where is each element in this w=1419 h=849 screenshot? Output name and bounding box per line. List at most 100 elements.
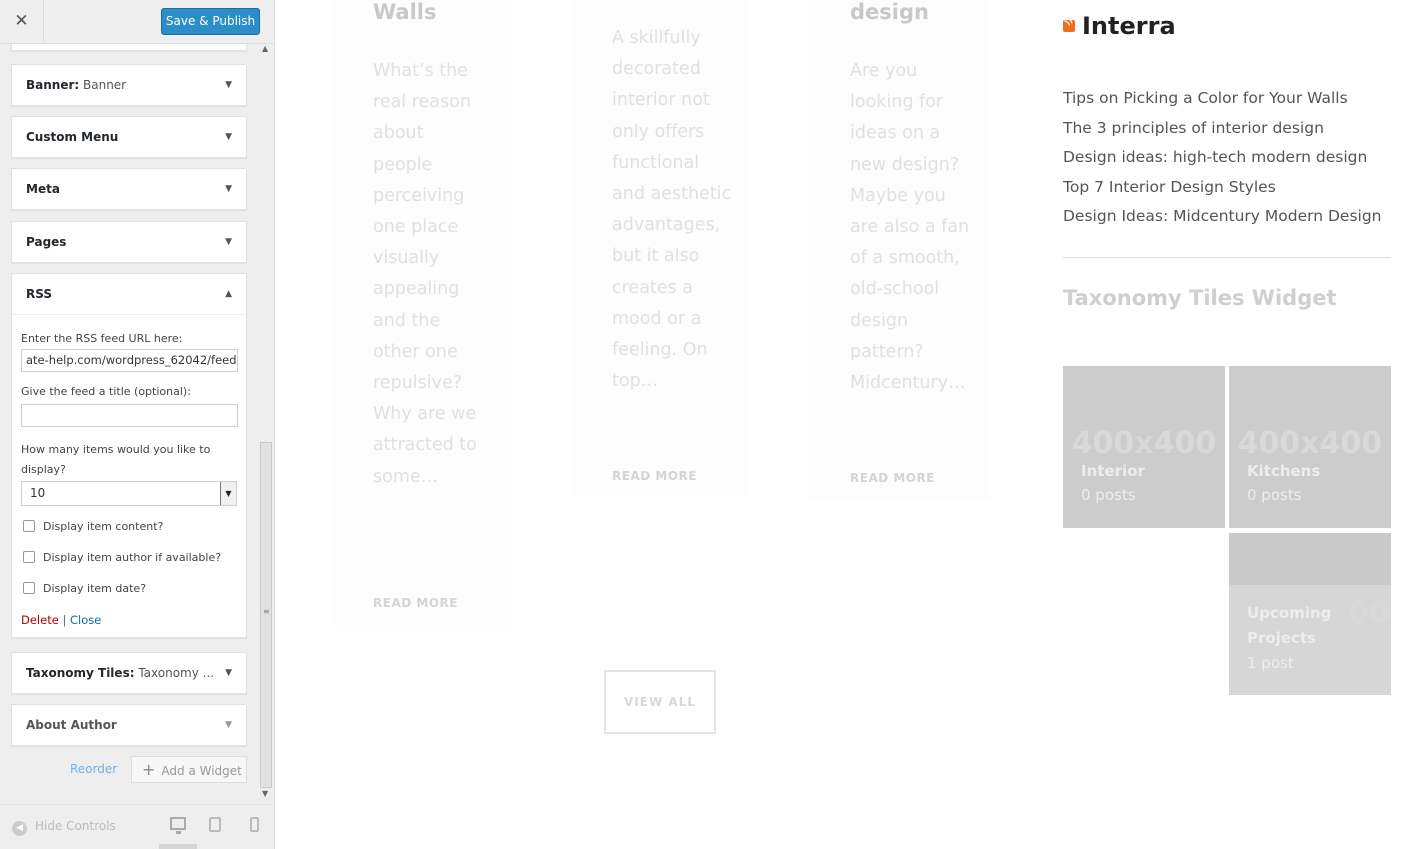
toggle-down-icon[interactable]: ▼ — [225, 65, 232, 105]
scrollbar[interactable]: ▲ ≡ ▼ — [259, 44, 274, 804]
view-all-button[interactable]: VIEW ALL — [604, 670, 716, 734]
widget-name: Taxonomy Tiles: — [26, 666, 135, 680]
read-more-link[interactable]: READ MORE — [373, 596, 458, 610]
widget-title[interactable]: Taxonomy Tiles: Taxonomy ... ▼ — [12, 653, 246, 693]
widget-name: RSS — [26, 287, 52, 301]
post-card: design Are you looking for ideas on a ne… — [809, 0, 989, 500]
tile-name: Kitchens — [1247, 462, 1321, 480]
rss-url-label: Enter the RSS feed URL here: — [21, 332, 183, 345]
widget-pages[interactable]: Pages ▼ — [11, 221, 247, 263]
checkbox-label: Display item date? — [43, 582, 147, 595]
tile-count: 0 posts — [1247, 486, 1302, 504]
feed-title-input[interactable] — [21, 404, 238, 427]
toggle-down-icon[interactable]: ▼ — [225, 653, 232, 693]
add-widget-label: Add a Widget — [161, 764, 242, 778]
scroll-thumb[interactable]: ≡ — [260, 442, 272, 788]
widget-title[interactable]: Pages ▼ — [12, 222, 246, 262]
checkbox-row: Display item date? — [21, 576, 237, 607]
rss-item-link[interactable]: Top 7 Interior Design Styles — [1063, 173, 1381, 203]
toggle-down-icon[interactable]: ▼ — [225, 169, 232, 209]
read-more-link[interactable]: READ MORE — [850, 471, 935, 485]
rss-item-link[interactable]: Design Ideas: Midcentury Modern Design — [1063, 202, 1381, 232]
site-preview: Walls What’s the real reason about peopl… — [275, 0, 1419, 849]
items-count-select[interactable]: 10 ▼ — [21, 481, 237, 506]
post-card: Walls What’s the real reason about peopl… — [332, 0, 512, 625]
widget-title[interactable]: Meta ▼ — [12, 169, 246, 209]
taxonomy-tile[interactable]: 00 Upcoming Projects 1 post — [1229, 533, 1391, 695]
delete-link[interactable]: Delete — [21, 613, 59, 627]
rss-item-link[interactable]: Design ideas: high-tech modern design — [1063, 143, 1381, 173]
grip-icon: ≡ — [263, 607, 270, 616]
rss-item-link[interactable]: The 3 principles of interior design — [1063, 114, 1381, 144]
rss-url-input[interactable]: ate-help.com/wordpress_62042/feed — [21, 349, 238, 372]
tile-name: Interior — [1081, 462, 1145, 480]
checkbox-label: Display item content? — [43, 520, 164, 533]
widget-title[interactable]: Custom Menu ▼ — [12, 117, 246, 157]
close-link[interactable]: Close — [70, 613, 101, 627]
taxonomy-tile[interactable]: 400x400 Interior 0 posts — [1063, 366, 1225, 528]
rss-icon[interactable] — [1063, 20, 1075, 32]
toggle-down-icon[interactable]: ▼ — [225, 705, 232, 745]
widget-title[interactable]: Banner: Banner ▼ — [12, 65, 246, 105]
post-excerpt: Are you looking for ideas on a new desig… — [850, 61, 970, 394]
widget-about-author[interactable]: About Author ▼ — [11, 704, 247, 746]
chevron-down-icon[interactable]: ▼ — [220, 482, 236, 505]
widget-custom-menu[interactable]: Custom Menu ▼ — [11, 116, 247, 158]
widget-taxonomy-tiles[interactable]: Taxonomy Tiles: Taxonomy ... ▼ — [11, 652, 247, 694]
rss-widget-form: Enter the RSS feed URL here: ate-help.co… — [12, 314, 246, 637]
display-date-checkbox[interactable] — [23, 582, 35, 594]
scroll-down-icon[interactable]: ▼ — [262, 789, 268, 798]
save-publish-button[interactable]: Save & Publish — [161, 8, 260, 35]
rss-item-list: Tips on Picking a Color for Your Walls T… — [1063, 84, 1381, 232]
hide-controls-label: Hide Controls — [35, 819, 116, 833]
post-title[interactable]: Walls — [373, 0, 436, 24]
rss-widget-title[interactable]: Interra — [1082, 12, 1176, 40]
customizer-sidebar: ✕ Save & Publish Banner: Banner ▼ Custom … — [0, 0, 275, 849]
reorder-link[interactable]: Reorder — [70, 762, 117, 776]
toggle-up-icon[interactable]: ▲ — [225, 274, 232, 314]
widget-name: Pages — [26, 235, 67, 249]
widget-actions: Delete | Close — [21, 607, 237, 627]
items-count-value: 10 — [30, 486, 46, 500]
widget-banner[interactable]: Banner: Banner ▼ — [11, 64, 247, 106]
plus-icon: + — [142, 760, 156, 779]
mobile-icon[interactable] — [250, 817, 259, 832]
close-icon[interactable]: ✕ — [0, 0, 44, 43]
post-excerpt: What’s the real reason about people perc… — [373, 61, 477, 487]
post-excerpt: A skillfully decorated interior not only… — [612, 28, 732, 392]
customizer-header: ✕ Save & Publish — [0, 0, 274, 44]
widget-subtitle: Taxonomy ... — [134, 666, 215, 680]
arrow-left-circle-icon: ◀ — [12, 821, 27, 836]
widget-meta[interactable]: Meta ▼ — [11, 168, 247, 210]
items-count-label: How many items would you like to display… — [21, 443, 211, 476]
post-card: A skillfully decorated interior not only… — [570, 0, 750, 495]
widget-subtitle: Banner — [79, 78, 127, 92]
display-content-checkbox[interactable] — [23, 520, 35, 532]
post-title[interactable]: design — [850, 0, 929, 24]
checkbox-row: Display item author if available? — [21, 545, 237, 576]
toggle-down-icon[interactable]: ▼ — [225, 222, 232, 262]
tile-name: Upcoming Projects — [1247, 604, 1332, 647]
display-author-checkbox[interactable] — [23, 551, 35, 563]
widget-list: Banner: Banner ▼ Custom Menu ▼ Meta ▼ Pages… — [0, 44, 259, 804]
divider — [1063, 257, 1391, 258]
widget-name: Custom Menu — [26, 130, 119, 144]
toggle-down-icon[interactable]: ▼ — [225, 117, 232, 157]
widget-name: Banner: — [26, 78, 80, 92]
tile-placeholder-text: 400x400 — [1237, 426, 1383, 461]
taxonomy-widget-title: Taxonomy Tiles Widget — [1063, 286, 1337, 310]
hide-controls-button[interactable]: ◀ Hide Controls — [12, 819, 116, 836]
read-more-link[interactable]: READ MORE — [612, 469, 697, 483]
scroll-up-icon[interactable]: ▲ — [262, 44, 268, 53]
rss-item-link[interactable]: Tips on Picking a Color for Your Walls — [1063, 84, 1381, 114]
widget-title[interactable]: RSS ▲ — [12, 274, 246, 314]
tablet-icon[interactable] — [209, 817, 221, 832]
desktop-icon[interactable] — [170, 817, 186, 834]
widget-title[interactable]: About Author ▼ — [12, 705, 246, 745]
feed-title-label: Give the feed a title (optional): — [21, 385, 191, 398]
active-device-indicator — [159, 844, 197, 849]
add-widget-button[interactable]: + Add a Widget — [131, 756, 247, 783]
separator: | — [62, 613, 67, 627]
taxonomy-tile[interactable]: 400x400 Kitchens 0 posts — [1229, 366, 1391, 528]
widget-rss[interactable]: RSS ▲ Enter the RSS feed URL here: ate-he… — [11, 273, 247, 638]
